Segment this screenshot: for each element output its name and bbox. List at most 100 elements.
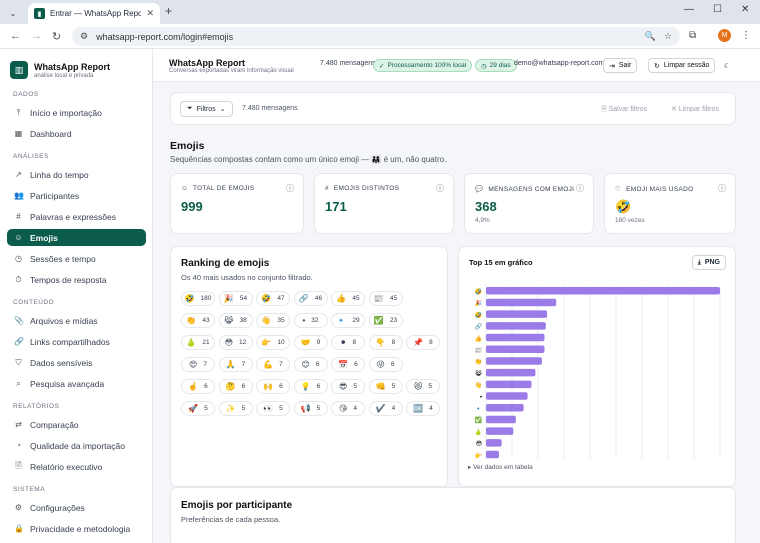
close-tab-icon[interactable]: ✕ bbox=[146, 8, 154, 19]
emoji-chip[interactable]: 😻 5 bbox=[406, 379, 440, 394]
sidebar-item-participantes[interactable]: 👥 Participantes bbox=[7, 187, 146, 204]
emoji-chip[interactable]: ⚫ 8 bbox=[331, 335, 365, 350]
browser-menu-icon[interactable]: ⋮ bbox=[741, 30, 751, 41]
profile-avatar[interactable]: M bbox=[718, 29, 731, 42]
bar[interactable] bbox=[486, 415, 516, 424]
emoji-chip[interactable]: 🆗 4 bbox=[406, 401, 440, 416]
emoji-chip[interactable]: ✔️ 4 bbox=[368, 401, 403, 416]
emoji-chip[interactable]: 🎉 54 bbox=[218, 291, 253, 306]
emoji-chip[interactable]: 👏 43 bbox=[181, 313, 215, 328]
bar[interactable] bbox=[486, 427, 514, 435]
bar[interactable] bbox=[486, 450, 499, 459]
bar[interactable] bbox=[486, 439, 502, 447]
info-icon[interactable]: ⓘ bbox=[576, 183, 584, 194]
bar[interactable] bbox=[486, 310, 548, 318]
sidebar-item-dados-sensiveis[interactable]: ⛉ Dados sensíveis bbox=[7, 354, 146, 371]
emoji-chip[interactable]: ☝️ 6 bbox=[181, 379, 215, 394]
bar[interactable] bbox=[486, 298, 557, 307]
emoji-chip[interactable]: 🤣 47 bbox=[256, 291, 290, 306]
extensions-icon[interactable]: ⧉ bbox=[689, 30, 696, 41]
minimize-icon[interactable]: — bbox=[684, 4, 694, 15]
emoji-chip[interactable]: 👀 5 bbox=[256, 401, 290, 416]
sidebar-item-qualidade-da-importacao[interactable]: ◔ Qualidade da importação bbox=[7, 437, 146, 454]
browser-tab[interactable]: ▮ Entrar — WhatsApp Report ✕ bbox=[28, 3, 160, 24]
info-icon[interactable]: ⓘ bbox=[718, 183, 726, 194]
back-icon[interactable]: ← bbox=[10, 30, 21, 42]
emoji-chip[interactable]: 🤝 9 bbox=[293, 335, 328, 350]
brand[interactable]: ▥ WhatsApp Report análise local e privad… bbox=[10, 61, 110, 79]
emoji-chip[interactable]: 💪 7 bbox=[256, 357, 290, 372]
bar[interactable] bbox=[486, 333, 545, 342]
emoji-chip[interactable]: 🙌 6 bbox=[256, 379, 290, 394]
filters-button[interactable]: ⏷ Filtros ⌄ bbox=[180, 101, 233, 117]
sidebar-item-emojis[interactable]: ☺ Emojis bbox=[7, 229, 146, 246]
forward-icon[interactable]: → bbox=[31, 30, 42, 42]
emoji-chip[interactable]: ✅ 23 bbox=[368, 313, 403, 328]
view-table-toggle[interactable]: ▸ Ver dados em tabela bbox=[468, 463, 533, 471]
emoji-chip[interactable]: 👍 45 bbox=[331, 291, 365, 306]
emoji-chip[interactable]: 😘 4 bbox=[331, 401, 365, 416]
zoom-icon[interactable]: 🔍 bbox=[645, 31, 656, 42]
emoji-chip[interactable]: • 32 bbox=[293, 313, 328, 328]
info-icon[interactable]: ⓘ bbox=[436, 183, 444, 194]
emoji-chip[interactable]: 😹 38 bbox=[218, 313, 253, 328]
info-icon[interactable]: ⓘ bbox=[286, 183, 294, 194]
site-info-icon[interactable]: ⚙ bbox=[80, 31, 88, 42]
save-filters-button[interactable]: 🗎 Salvar filtros bbox=[601, 105, 647, 116]
bar[interactable] bbox=[486, 357, 542, 365]
emoji-chip[interactable]: 😍 7 bbox=[181, 357, 215, 372]
sidebar-item-privacidade-e-metodologia[interactable]: 🔒 Privacidade e metodologia bbox=[7, 520, 146, 537]
sidebar-item-palavras-e-expressoes[interactable]: # Palavras e expressões bbox=[7, 208, 146, 225]
window-close-icon[interactable]: ✕ bbox=[741, 4, 749, 15]
sidebar-item-arquivos-e-midias[interactable]: 📎 Arquivos e mídias bbox=[7, 312, 146, 329]
sidebar-item-sessoes-e-tempo[interactable]: ◷ Sessões e tempo bbox=[7, 250, 146, 267]
omnibox[interactable]: ⚙ whatsapp-report.com/login#emojis 🔍 ☆ bbox=[72, 27, 680, 46]
emoji-chip[interactable]: 💡 6 bbox=[293, 379, 328, 394]
emoji-chip[interactable]: 🔗 46 bbox=[293, 291, 328, 306]
logout-button[interactable]: ⇥ Sair bbox=[603, 58, 638, 73]
sidebar-item-links-compartilhados[interactable]: 🔗 Links compartilhados bbox=[7, 333, 146, 350]
emoji-chip[interactable]: 🤔 6 bbox=[218, 379, 253, 394]
emoji-chip[interactable]: 📰 45 bbox=[368, 291, 403, 306]
sidebar-item-pesquisa-avancada[interactable]: ⌕ Pesquisa avançada bbox=[7, 375, 146, 392]
bar[interactable] bbox=[486, 322, 546, 330]
sidebar-item-tempos-de-resposta[interactable]: ⏱ Tempos de resposta bbox=[7, 271, 146, 288]
emoji-chip[interactable]: 😎 5 bbox=[331, 379, 365, 394]
sidebar-item-inicio-e-importacao[interactable]: ⤒ Início e importação bbox=[7, 104, 146, 121]
sidebar-item-linha-do-tempo[interactable]: ↗ Linha do tempo bbox=[7, 166, 146, 183]
emoji-chip[interactable]: 🔹 29 bbox=[331, 313, 365, 328]
tab-search-icon[interactable]: ⌄ bbox=[6, 6, 20, 20]
emoji-chip[interactable]: 😊 6 bbox=[293, 357, 328, 372]
clear-session-button[interactable]: ↻ Limpar sessão bbox=[648, 58, 716, 73]
emoji-chip[interactable]: 📅 6 bbox=[331, 357, 365, 372]
bar[interactable] bbox=[486, 392, 528, 400]
clear-filters-button[interactable]: ✕ Limpar filtros bbox=[671, 105, 719, 113]
emoji-chip[interactable]: 🍐 21 bbox=[181, 335, 215, 350]
download-png-button[interactable]: ⤓ PNG bbox=[691, 255, 726, 270]
bar[interactable] bbox=[486, 368, 536, 377]
emoji-chip[interactable]: 😜 6 bbox=[368, 357, 403, 372]
emoji-chip[interactable]: 📢 5 bbox=[293, 401, 328, 416]
emoji-chip[interactable]: 👊 5 bbox=[368, 379, 403, 394]
sidebar-item-configuracoes[interactable]: ⚙ Configurações bbox=[7, 499, 146, 516]
emoji-chip[interactable]: ✨ 5 bbox=[218, 401, 253, 416]
emoji-chip[interactable]: 🤣 180 bbox=[181, 291, 215, 306]
emoji-chip[interactable]: 👋 35 bbox=[256, 313, 290, 328]
emoji-chip[interactable]: 😳 12 bbox=[218, 335, 253, 350]
emoji-chip[interactable]: 🚀 5 bbox=[181, 401, 215, 416]
sidebar-item-dashboard[interactable]: ▦ Dashboard bbox=[7, 125, 146, 142]
reload-icon[interactable]: ↻ bbox=[52, 30, 61, 43]
bar[interactable] bbox=[486, 287, 720, 295]
theme-toggle-button[interactable]: ☾ bbox=[719, 58, 736, 73]
new-tab-icon[interactable]: + bbox=[165, 4, 172, 18]
bar[interactable] bbox=[486, 345, 545, 354]
sidebar-item-relatorio-executivo[interactable]: 🗎 Relatório executivo bbox=[7, 458, 146, 475]
emoji-chip[interactable]: 👉 10 bbox=[256, 335, 290, 350]
emoji-chip[interactable]: 🙏 7 bbox=[218, 357, 253, 372]
emoji-chip[interactable]: 👇 8 bbox=[368, 335, 403, 350]
maximize-icon[interactable]: ☐ bbox=[713, 4, 722, 15]
sidebar-item-comparacao[interactable]: ⇄ Comparação bbox=[7, 416, 146, 433]
emoji-chip[interactable]: 📌 8 bbox=[406, 335, 440, 350]
bar[interactable] bbox=[486, 380, 532, 389]
bookmark-star-icon[interactable]: ☆ bbox=[664, 31, 672, 42]
